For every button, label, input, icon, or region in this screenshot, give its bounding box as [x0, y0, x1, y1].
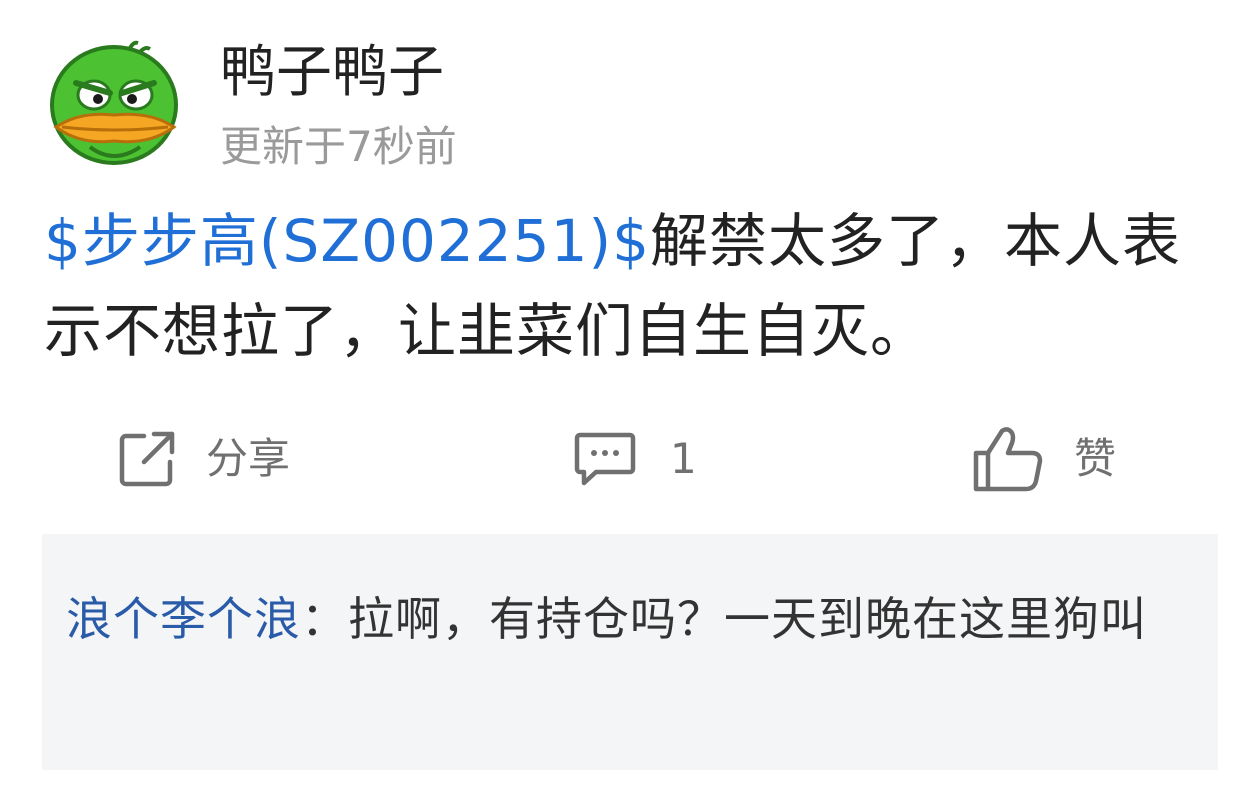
share-icon [119, 431, 175, 487]
comment-count: 1 [670, 434, 697, 483]
author-avatar[interactable] [40, 35, 182, 177]
like-label: 赞 [1074, 434, 1117, 483]
like-button[interactable]: 赞 [972, 414, 1116, 504]
share-button[interactable]: 分享 [118, 414, 290, 504]
thumbs-up-icon [973, 427, 1043, 492]
stock-tag-link[interactable]: $步步高(SZ002251)$ [44, 207, 650, 275]
action-bar: 分享 1 赞 [0, 414, 1260, 504]
post-card: 鸭子鸭子 更新于7秒前 $步步高(SZ002251)$解禁太多了，本人表示不想拉… [0, 0, 1260, 809]
comment-text: 拉啊，有持仓吗？一天到晚在这里狗叫 [348, 592, 1147, 646]
post-content: $步步高(SZ002251)$解禁太多了，本人表示不想拉了，让韭菜们自生自灭。 [44, 196, 1224, 376]
comment-button[interactable]: 1 [574, 414, 697, 504]
comments-section: 浪个李个浪：拉啊，有持仓吗？一天到晚在这里狗叫 [42, 534, 1218, 770]
duck-avatar-icon [40, 35, 182, 177]
author-name[interactable]: 鸭子鸭子 [220, 38, 444, 108]
share-label: 分享 [206, 434, 291, 483]
post-timestamp: 更新于7秒前 [220, 122, 457, 171]
comment-item[interactable]: 浪个李个浪：拉啊，有持仓吗？一天到晚在这里狗叫 [66, 582, 1186, 656]
comment-separator: ： [301, 592, 348, 646]
comment-author[interactable]: 浪个李个浪 [66, 592, 301, 646]
comment-icon [574, 432, 636, 486]
